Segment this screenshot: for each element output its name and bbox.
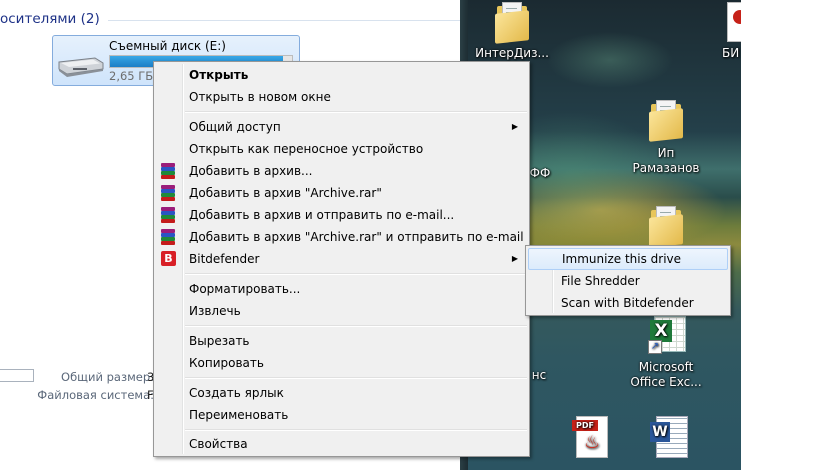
menu-item-label: Форматировать... [189,282,301,296]
menu-item-label: File Shredder [561,274,640,288]
document-icon [727,2,741,42]
submenu-item-scan[interactable]: Scan with Bitdefender [528,292,728,314]
winrar-icon [161,229,175,245]
winrar-icon [161,207,175,223]
menu-item-add-archive-rar[interactable]: Добавить в архив "Archive.rar" [156,182,527,204]
desktop-icon-ramazanov[interactable]: Ип Рамазанов [630,100,702,176]
folder-icon [649,206,683,248]
menu-item-sharing[interactable]: Общий доступ ▶ [156,116,527,138]
usb-drive-icon [58,57,104,77]
menu-item-label: Открыть в новом окне [189,90,331,104]
menu-item-cut[interactable]: Вырезать [156,330,527,352]
menu-item-label: Переименовать [189,408,289,422]
file-system-label: Файловая система: [37,388,154,402]
total-size-label: Общий размер: [61,370,154,384]
menu-item-label: Добавить в архив... [189,164,313,178]
folder-icon [495,2,529,44]
menu-item-add-archive[interactable]: Добавить в архив... [156,160,527,182]
menu-item-eject[interactable]: Извлечь [156,300,527,322]
details-pane: Общий размер: Файловая система: 3 F [0,369,160,410]
desktop-icon-label: Ип Рамазанов [632,146,700,175]
menu-item-format[interactable]: Форматировать... [156,278,527,300]
offscreen-area [741,0,819,470]
menu-item-create-shortcut[interactable]: Создать ярлык [156,382,527,404]
desktop-icon-bi[interactable]: БИ [722,2,741,61]
menu-item-add-archive-email[interactable]: Добавить в архив и отправить по e-mail..… [156,204,527,226]
menu-item-label: Общий доступ [189,120,281,134]
menu-separator [185,377,527,379]
desktop-icon-label: Microsoft Office Exc... [630,360,702,389]
desktop-icon-word[interactable]: W [646,414,690,458]
pdf-icon: PDF ♨ [572,414,608,458]
desktop-icon-pdf[interactable]: PDF ♨ [568,414,612,458]
desktop-icon-excel[interactable]: X ↗ Microsoft Office Exc... [628,316,704,390]
menu-separator [185,429,527,431]
menu-item-label: Bitdefender [189,252,260,266]
menu-item-label: Вырезать [189,334,250,348]
folder-icon [649,100,683,142]
context-menu: Открыть Открыть в новом окне Общий досту… [153,61,530,457]
menu-item-label: Добавить в архив "Archive.rar" и отправи… [189,230,524,244]
bitdefender-submenu: Immunize this drive File Shredder Scan w… [525,245,731,316]
group-header-removable[interactable]: осителями (2) [0,11,460,27]
desktop-icon-interdiz[interactable]: ИнтерДиз... [472,2,552,61]
menu-item-bitdefender[interactable]: B Bitdefender ▶ [156,248,527,270]
desktop-icon-label: БИ [722,46,740,60]
menu-item-open-new-window[interactable]: Открыть в новом окне [156,86,527,108]
menu-item-add-archive-rar-email[interactable]: Добавить в архив "Archive.rar" и отправи… [156,226,527,248]
winrar-icon [161,185,175,201]
menu-item-open-portable[interactable]: Открыть как переносное устройство [156,138,527,160]
winrar-icon [161,163,175,179]
excel-icon: X ↗ [648,316,686,354]
menu-item-label: Копировать [189,356,264,370]
details-field [0,369,34,382]
desktop-icon-partial-folder[interactable] [646,206,686,248]
desktop-icon-label: ИнтерДиз... [475,46,549,60]
menu-item-label: Извлечь [189,304,241,318]
submenu-arrow-icon: ▶ [511,122,518,131]
menu-item-label: Добавить в архив и отправить по e-mail..… [189,208,455,222]
submenu-item-file-shredder[interactable]: File Shredder [528,270,728,292]
menu-item-properties[interactable]: Свойства [156,433,527,455]
menu-item-label: Добавить в архив "Archive.rar" [189,186,382,200]
menu-separator [185,111,527,113]
submenu-item-immunize[interactable]: Immunize this drive [528,248,728,270]
menu-item-label: Immunize this drive [562,252,682,266]
word-icon: W [650,414,688,458]
menu-item-label: Scan with Bitdefender [561,296,694,310]
menu-separator [185,273,527,275]
drive-name: Съемный диск (E:) [109,39,226,53]
menu-item-label: Открыть как переносное устройство [189,142,424,156]
bitdefender-icon: B [161,251,176,266]
menu-separator [185,325,527,327]
menu-item-label: Создать ярлык [189,386,284,400]
menu-item-copy[interactable]: Копировать [156,352,527,374]
menu-item-label: Открыть [189,68,249,82]
menu-item-label: Свойства [189,437,248,451]
menu-item-open[interactable]: Открыть [156,64,527,86]
menu-item-rename[interactable]: Переименовать [156,404,527,426]
submenu-arrow-icon: ▶ [511,254,518,263]
